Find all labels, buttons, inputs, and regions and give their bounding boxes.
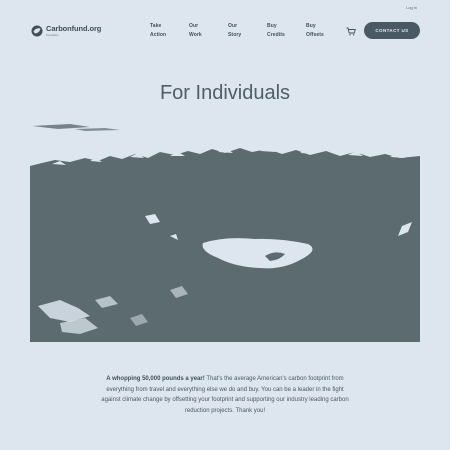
logo-tagline: Foundation (46, 34, 59, 37)
nav-buy-offsets[interactable]: Buy Offsets (306, 22, 345, 40)
hero-image-mountains (30, 118, 420, 342)
nav-label-line2: Story (228, 32, 242, 38)
globe-leaf-icon (31, 25, 43, 36)
nav-label-line2: Action (150, 32, 167, 38)
intro-paragraph: A whopping 50,000 pounds a year! That's … (100, 374, 350, 416)
contact-us-button[interactable]: CONTACT US (364, 22, 420, 39)
login-link[interactable]: Log in (406, 5, 417, 10)
page-title: For Individuals (159, 82, 291, 104)
nav-buy-credits[interactable]: Buy Credits (267, 22, 306, 40)
nav-label-line1: Our (228, 23, 238, 29)
nav-our-story[interactable]: Our Story (228, 22, 267, 40)
logo[interactable]: Carbonfund.org Foundation (31, 24, 101, 37)
cart-icon[interactable] (346, 27, 356, 36)
nav-label-line2: Work (189, 32, 202, 38)
nav-take-action[interactable]: Take Action (150, 22, 189, 40)
nav-label-line1: Buy (267, 23, 277, 29)
nav-label-line1: Buy (306, 23, 316, 29)
nav-label-line2: Offsets (306, 32, 324, 38)
nav-label-line1: Our (189, 23, 199, 29)
nav-our-work[interactable]: Our Work (189, 22, 228, 40)
main-nav: Take Action Our Work Our Story Buy Credi… (150, 22, 345, 40)
page: Log in Carbonfund.org Foundation Take Ac… (0, 0, 450, 450)
nav-label-line1: Take (150, 23, 162, 29)
logo-text: Carbonfund.org (46, 24, 102, 33)
intro-highlight: A whopping 50,000 pounds a year! (106, 376, 205, 382)
nav-label-line2: Credits (267, 32, 285, 38)
